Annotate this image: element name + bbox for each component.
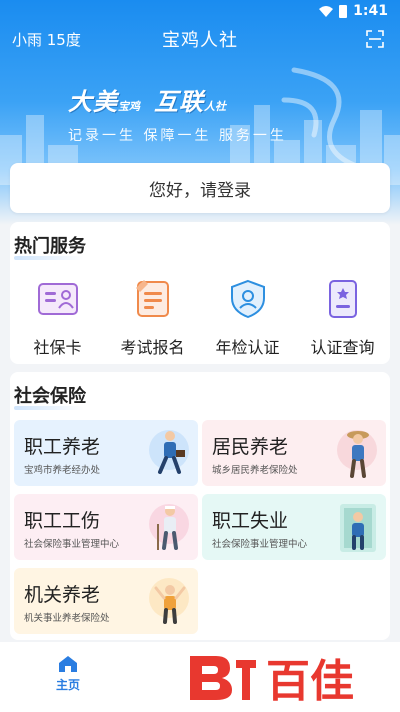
status-time: 1:41	[353, 3, 388, 19]
service-label: 社保卡	[33, 338, 82, 357]
watermark-text: 百佳	[266, 656, 354, 704]
tile-title: 职工养老	[24, 436, 101, 458]
tile-subtitle: 社会保险事业管理中心	[212, 539, 308, 550]
tile-resident-pension[interactable]: 居民养老 城乡居民养老保险处	[202, 420, 386, 486]
phoenix-swirl-decoration	[281, 67, 357, 168]
certificate-query-icon	[328, 280, 357, 318]
scan-icon[interactable]	[366, 30, 384, 48]
service-annual-verification[interactable]: 年检认证	[200, 278, 295, 358]
cheering-figure-icon	[149, 578, 189, 624]
tile-subtitle: 城乡居民养老保险处	[212, 465, 298, 476]
tile-title: 居民养老	[212, 436, 289, 458]
hot-services-grid: 社保卡 考试报名 年检认证 认证查询	[10, 278, 390, 358]
tab-home-label: 主页	[55, 678, 80, 692]
slogan-part-b-small: 人社	[204, 100, 226, 113]
baijia-watermark-logo: 百佳	[190, 656, 354, 704]
tile-title: 机关养老	[24, 584, 101, 606]
tile-subtitle: 社会保险事业管理中心	[24, 539, 120, 550]
section-underline	[14, 406, 84, 410]
slogan-subline: 记录一生 保障一生 服务一生	[68, 128, 287, 144]
service-label: 认证查询	[310, 338, 375, 357]
login-button[interactable]: 您好，请登录	[10, 163, 390, 213]
home-icon	[59, 656, 77, 672]
wifi-icon	[319, 5, 334, 17]
tile-title: 职工失业	[212, 510, 289, 532]
injured-worker-figure-icon	[149, 504, 189, 550]
tile-subtitle: 机关事业养老保险处	[24, 613, 110, 624]
tile-title: 职工工伤	[24, 510, 101, 532]
service-social-card[interactable]: 社保卡	[10, 278, 105, 358]
banner-slogan: 大美宝鸡 互联人社 记录一生 保障一生 服务一生	[68, 82, 287, 145]
service-label: 年检认证	[215, 338, 280, 357]
office-worker-figure-icon	[340, 504, 376, 552]
social-insurance-section: 社会保险 职工养老 宝鸡市养老经办处 居民养老 城乡居民养老保险处 职工工伤 社…	[10, 372, 390, 640]
exam-registration-icon	[135, 280, 169, 317]
slogan-part-a-small: 宝鸡	[118, 100, 140, 113]
service-certificate-query[interactable]: 认证查询	[295, 278, 390, 358]
tile-unemployment[interactable]: 职工失业 社会保险事业管理中心	[202, 494, 386, 560]
tab-home[interactable]: 主页	[48, 656, 88, 693]
tile-work-injury[interactable]: 职工工伤 社会保险事业管理中心	[14, 494, 198, 560]
slogan-part-a: 大美	[68, 88, 118, 116]
worker-figure-icon	[149, 430, 189, 474]
tile-subtitle: 宝鸡市养老经办处	[24, 465, 101, 476]
slogan-part-b: 互联	[154, 88, 204, 116]
tile-institution-pension[interactable]: 机关养老 机关事业养老保险处	[14, 568, 198, 634]
section-title-insurance: 社会保险	[14, 386, 86, 407]
section-title-hot: 热门服务	[14, 236, 86, 257]
hot-services-section: 热门服务 社保卡 考试报名 年检认证 认证查询	[10, 222, 390, 364]
farmer-figure-icon	[337, 430, 377, 478]
shield-check-icon	[230, 279, 265, 319]
service-exam-registration[interactable]: 考试报名	[105, 278, 200, 358]
page-title: 宝鸡人社	[162, 30, 238, 51]
status-bar: 1:41	[0, 0, 400, 22]
battery-icon	[339, 4, 348, 18]
tile-employee-pension[interactable]: 职工养老 宝鸡市养老经办处	[14, 420, 198, 486]
top-nav: 小雨 15度 宝鸡人社	[0, 22, 400, 56]
section-underline	[14, 256, 84, 260]
service-label: 考试报名	[120, 338, 185, 357]
id-card-icon	[37, 283, 78, 315]
